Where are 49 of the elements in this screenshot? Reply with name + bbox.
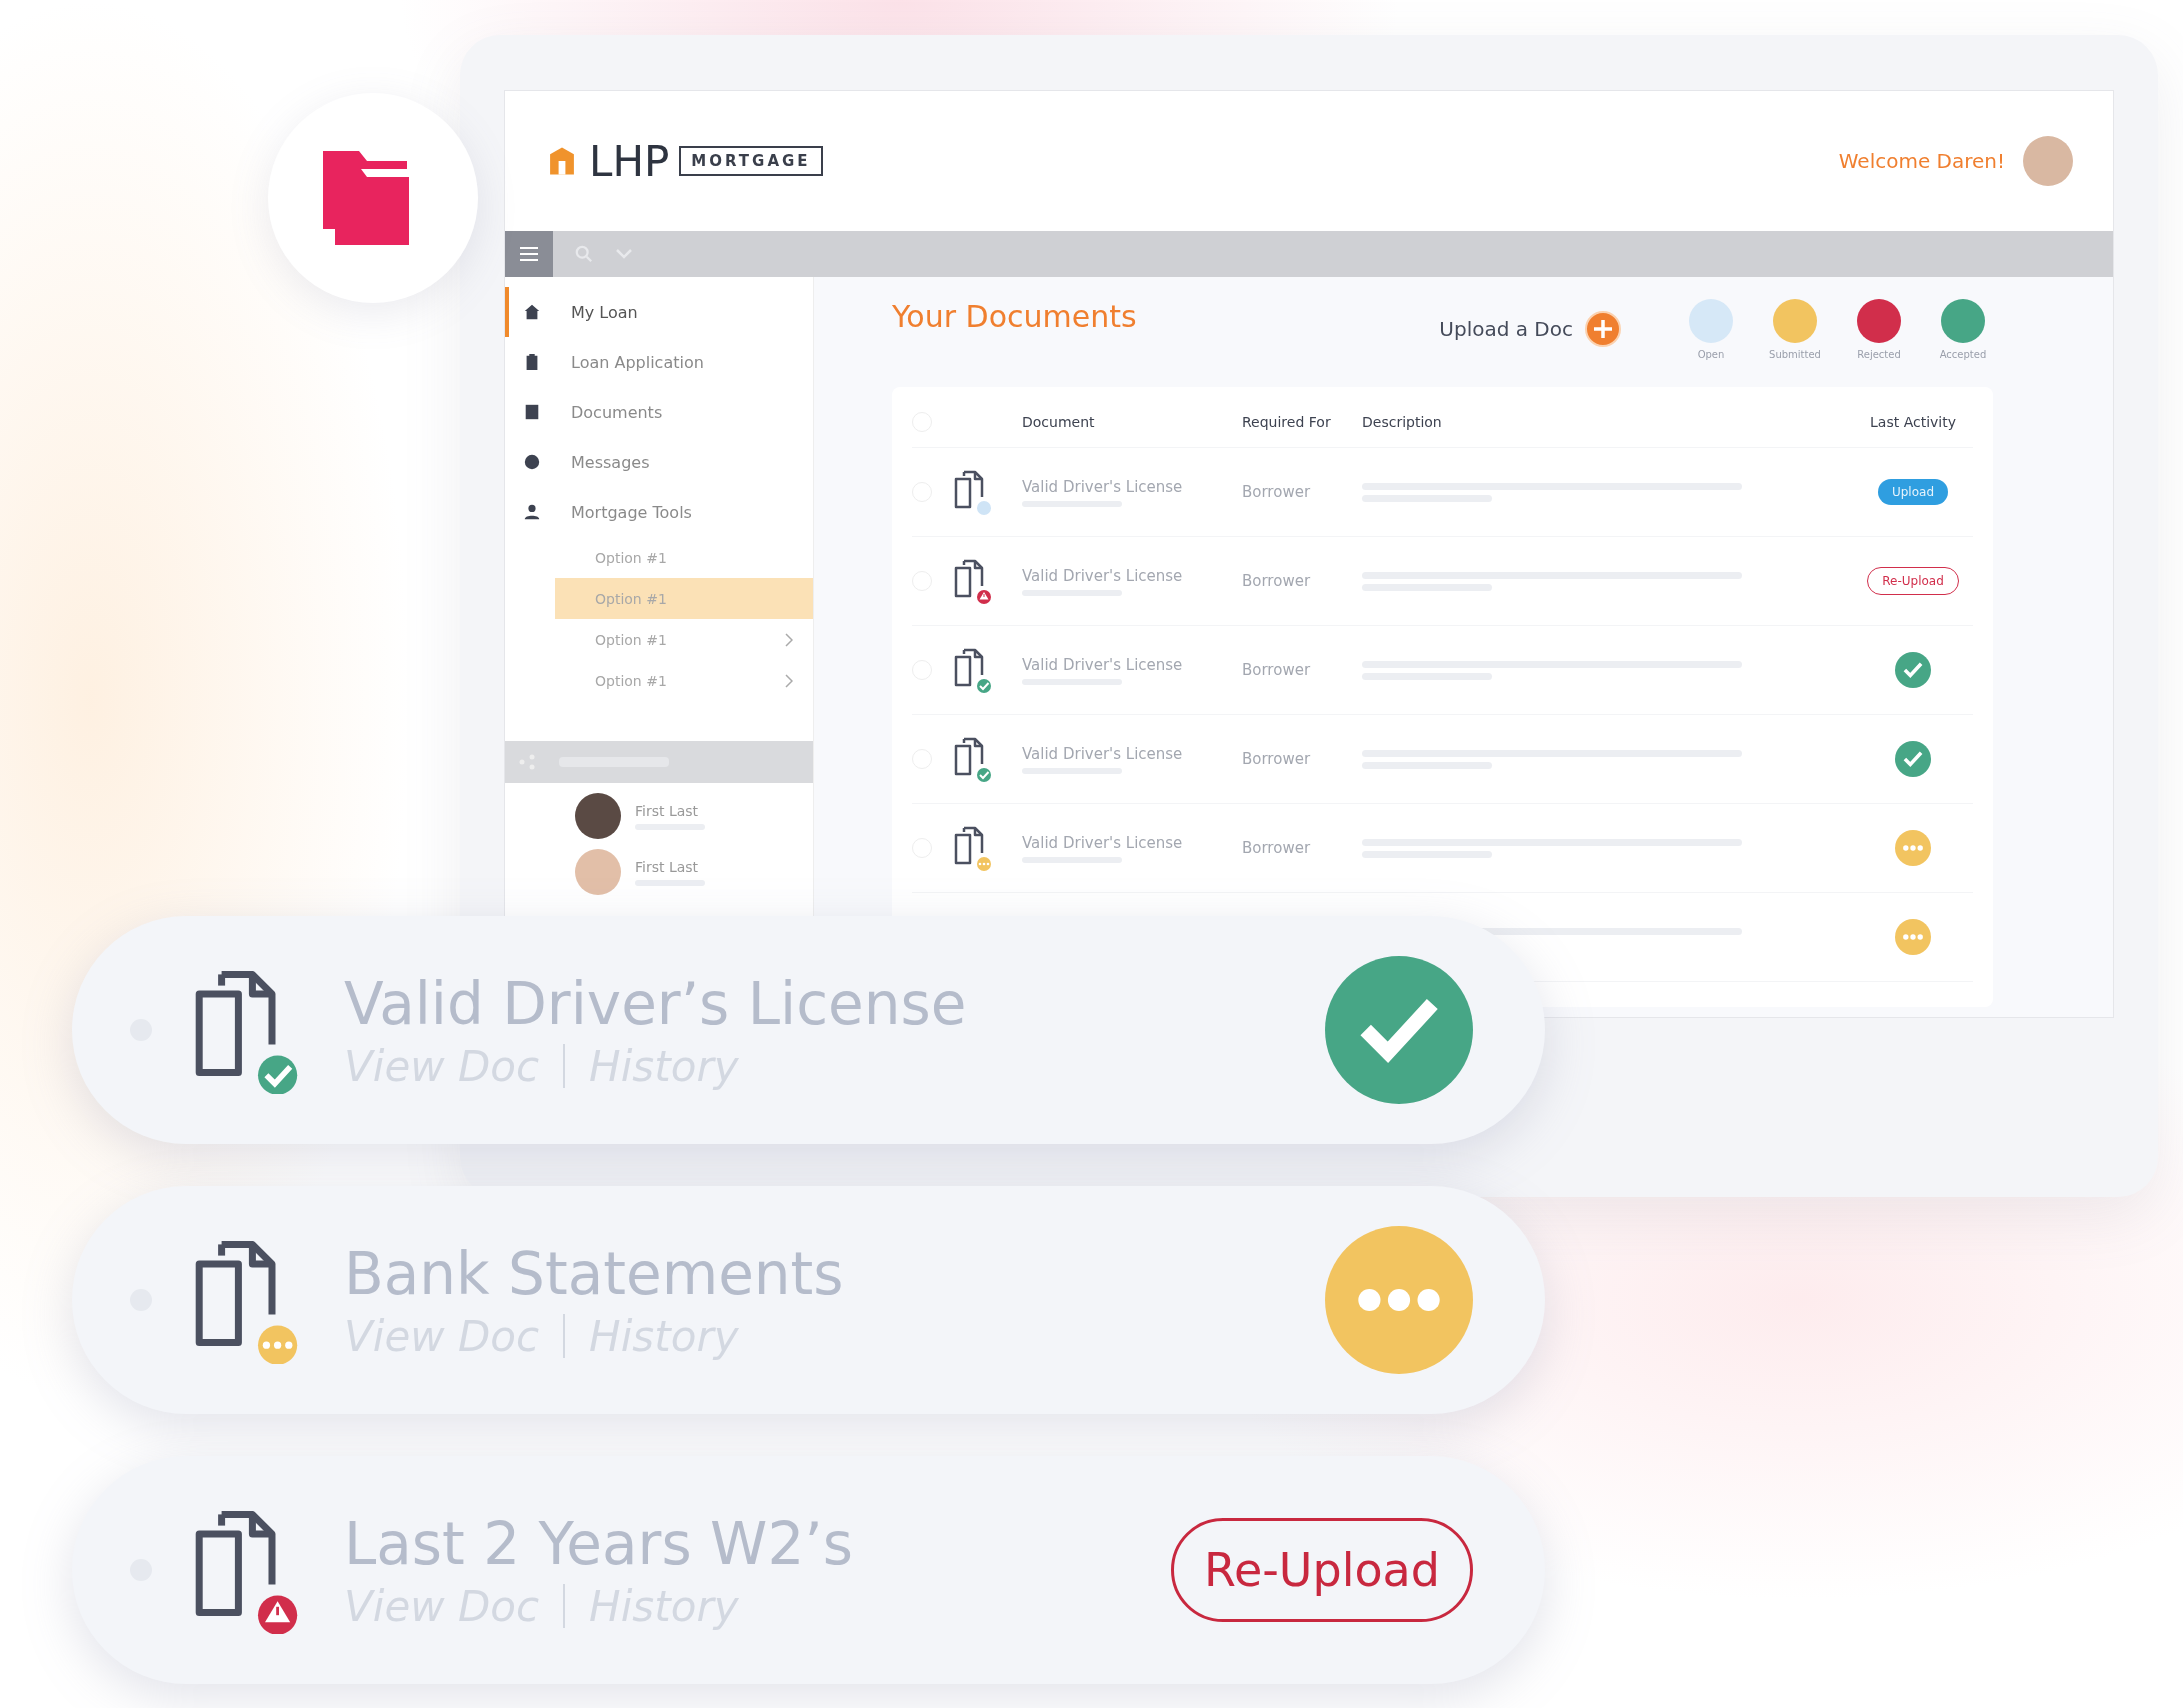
document-name: Valid Driver's License [1022,477,1184,496]
nav-item[interactable]: Messages [505,437,813,487]
required-for: Borrower [1242,750,1312,768]
document-name: Valid Driver's License [1022,566,1184,585]
member-name: First Last [635,802,700,819]
submenu-option[interactable]: Option #1 [555,660,813,701]
welcome-text: Welcome Daren! [1838,149,2005,173]
document-title: Valid Driver’s License [344,969,968,1038]
document-name: Valid Driver's License [1022,833,1184,852]
legend-label: Rejected [1857,349,1901,360]
submenu-option[interactable]: Option #1 [555,578,813,619]
document-title: Bank Statements [344,1239,845,1308]
submenu-option[interactable]: Option #1 [555,619,813,660]
document-title: Last 2 Years W2’s [344,1509,854,1578]
document-name: Valid Driver's License [1022,744,1184,763]
required-for: Borrower [1242,572,1312,590]
avatar [575,849,621,895]
chevron-down-icon[interactable] [615,248,633,260]
nav-item[interactable]: Documents [505,387,813,437]
member-name: First Last [635,858,700,875]
avatar [575,793,621,839]
column-header: Document [1022,414,1096,430]
menu-button[interactable] [505,231,553,277]
nav-item[interactable]: Loan Application [505,337,813,387]
column-header: Description [1362,414,1443,430]
required-for: Borrower [1242,661,1312,679]
user-avatar[interactable] [2023,136,2073,186]
required-for: Borrower [1242,839,1312,857]
submenu-option[interactable]: Option #1 [555,537,813,578]
column-header: Last Activity [1870,414,1956,430]
upload-button[interactable]: Upload [1877,479,1948,505]
legend-label: Open [1697,349,1725,360]
upload-button[interactable]: Upload a Doc [1439,311,1621,347]
menu-icon [520,247,538,261]
column-header: Required For [1242,414,1332,430]
logo-text: LHP [589,136,670,186]
legend-label: Submitted [1769,349,1821,360]
logo-badge: MORTGAGE [679,146,823,176]
home-icon [523,303,541,321]
re-upload-button[interactable]: Re-Upload [1867,567,1959,595]
legend-label: Accepted [1939,349,1987,360]
re-upload-button[interactable]: Re-Upload [1171,1518,1473,1622]
page-title: Your Documents [892,299,1138,334]
nav-item[interactable]: Mortgage Tools [505,487,813,537]
required-for: Borrower [1242,483,1312,501]
search-icon[interactable] [575,245,593,263]
person-icon [523,503,541,521]
document-name: Valid Driver's License [1022,655,1184,674]
plus-icon [1585,311,1621,347]
